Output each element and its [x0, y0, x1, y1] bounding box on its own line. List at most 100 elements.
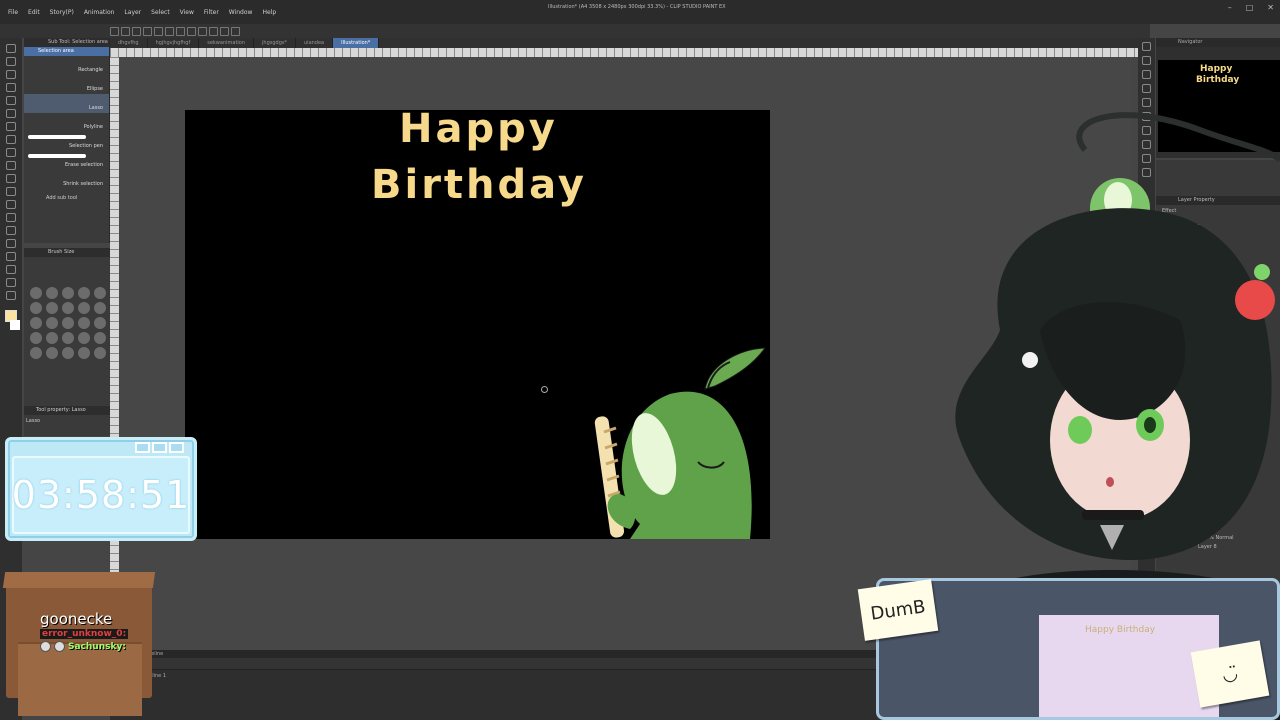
brush-size-option[interactable]: [62, 332, 74, 344]
brush-size-option[interactable]: [94, 287, 106, 299]
brush-size-option[interactable]: [30, 347, 42, 359]
sub-color-swatch[interactable]: [10, 320, 20, 330]
invert-selection-icon[interactable]: [220, 26, 229, 36]
brush-size-option[interactable]: [78, 287, 90, 299]
panel-toggle-icon[interactable]: [1142, 70, 1151, 79]
brush-size-option[interactable]: [46, 302, 58, 314]
tab-document[interactable]: jhgsgdgs*: [254, 38, 297, 48]
ruler-tool-icon[interactable]: [6, 252, 16, 261]
brush-tool-icon[interactable]: [6, 135, 16, 144]
maximize-icon[interactable]: □: [1246, 3, 1254, 12]
panel-toggle-icon[interactable]: [1142, 140, 1151, 149]
brush-size-option[interactable]: [30, 317, 42, 329]
sub-tool-lasso[interactable]: Lasso: [24, 94, 109, 113]
menu-layer[interactable]: Layer: [124, 9, 141, 16]
tab-illustration[interactable]: Illustration*: [333, 38, 380, 48]
drawing-canvas[interactable]: Happy Birthday: [185, 110, 770, 539]
undo-icon[interactable]: [143, 26, 152, 36]
text-tool-icon[interactable]: [6, 265, 16, 274]
move-tool-icon[interactable]: [6, 57, 16, 66]
zoom-tool-icon[interactable]: [6, 44, 16, 53]
panel-toggle-icon[interactable]: [1142, 56, 1151, 65]
sub-tool-selection-pen[interactable]: Selection pen: [24, 132, 109, 151]
brush-size-option[interactable]: [94, 332, 106, 344]
sub-tool-polyline[interactable]: Polyline: [24, 113, 109, 132]
sub-tool-group[interactable]: Selection area: [24, 47, 109, 56]
deselect-icon[interactable]: [209, 26, 218, 36]
minimize-icon[interactable]: –: [1228, 3, 1232, 12]
tab-document[interactable]: sekwanimation: [199, 38, 255, 48]
frame-tool-icon[interactable]: [6, 239, 16, 248]
settings-icon[interactable]: [165, 26, 174, 36]
correct-line-tool-icon[interactable]: [6, 291, 16, 300]
close-icon[interactable]: ✕: [1267, 3, 1274, 12]
airbrush-tool-icon[interactable]: [6, 148, 16, 157]
gradient-tool-icon[interactable]: [6, 213, 16, 222]
menu-story[interactable]: Story(P): [50, 9, 74, 16]
brush-size-option[interactable]: [46, 347, 58, 359]
panel-toggle-icon[interactable]: [1142, 98, 1151, 107]
menu-window[interactable]: Window: [229, 9, 253, 16]
layer-2-name[interactable]: Layer 2: [1198, 526, 1217, 532]
panel-toggle-icon[interactable]: [1142, 168, 1151, 177]
brush-size-option[interactable]: [94, 302, 106, 314]
snap-icon[interactable]: [231, 26, 240, 36]
decoration-tool-icon[interactable]: [6, 161, 16, 170]
sub-tool-ellipse[interactable]: Ellipse: [24, 75, 109, 94]
tab-document[interactable]: uiandea: [296, 38, 334, 48]
brush-size-option[interactable]: [46, 332, 58, 344]
brush-size-option[interactable]: [78, 347, 90, 359]
navigator-thumbnail[interactable]: Happy Birthday: [1158, 60, 1280, 152]
operation-tool-icon[interactable]: [6, 70, 16, 79]
panel-toggle-icon[interactable]: [1142, 154, 1151, 163]
brush-size-option[interactable]: [78, 317, 90, 329]
eraser-tool-icon[interactable]: [6, 174, 16, 183]
brush-size-option[interactable]: [30, 302, 42, 314]
eyedropper-tool-icon[interactable]: [6, 96, 16, 105]
tab-document[interactable]: hgjhgvjhgfhgf: [148, 38, 200, 48]
panel-toggle-icon[interactable]: [1142, 126, 1151, 135]
figure-tool-icon[interactable]: [6, 226, 16, 235]
selection-tool-icon[interactable]: [6, 83, 16, 92]
redo-icon[interactable]: [154, 26, 163, 36]
brush-size-option[interactable]: [78, 332, 90, 344]
brush-size-option[interactable]: [46, 287, 58, 299]
menu-file[interactable]: File: [8, 9, 18, 16]
panel-toggle-icon[interactable]: [1142, 112, 1151, 121]
fill-tool-icon[interactable]: [6, 200, 16, 209]
menu-help[interactable]: Help: [262, 9, 276, 16]
menu-select[interactable]: Select: [151, 9, 170, 16]
add-sub-tool-button[interactable]: Add sub tool: [24, 195, 109, 201]
tab-document[interactable]: dhgvfhg: [110, 38, 148, 48]
brush-size-option[interactable]: [94, 347, 106, 359]
menu-filter[interactable]: Filter: [204, 9, 219, 16]
panel-toggle-icon[interactable]: [1142, 42, 1151, 51]
brush-size-option[interactable]: [46, 317, 58, 329]
sub-tool-erase-selection[interactable]: Erase selection: [24, 151, 109, 170]
open-icon[interactable]: [121, 26, 130, 36]
brush-size-option[interactable]: [94, 317, 106, 329]
brush-size-option[interactable]: [30, 332, 42, 344]
fill-icon[interactable]: [187, 26, 196, 36]
blend-tool-icon[interactable]: [6, 187, 16, 196]
clear-icon[interactable]: [176, 26, 185, 36]
sub-tool-rectangle[interactable]: Rectangle: [24, 56, 109, 75]
sub-tool-shrink-selection[interactable]: Shrink selection: [24, 170, 109, 189]
brush-size-option[interactable]: [62, 302, 74, 314]
save-icon[interactable]: [132, 26, 141, 36]
menu-animation[interactable]: Animation: [84, 9, 115, 16]
new-icon[interactable]: [110, 26, 119, 36]
menu-edit[interactable]: Edit: [28, 9, 40, 16]
brush-size-option[interactable]: [62, 347, 74, 359]
balloon-tool-icon[interactable]: [6, 278, 16, 287]
menu-view[interactable]: View: [180, 9, 194, 16]
panel-toggle-icon[interactable]: [1142, 84, 1151, 93]
brush-size-option[interactable]: [78, 302, 90, 314]
layer-8-name[interactable]: Layer 8: [1198, 544, 1217, 550]
brush-size-option[interactable]: [62, 287, 74, 299]
pencil-tool-icon[interactable]: [6, 122, 16, 131]
brush-size-option[interactable]: [62, 317, 74, 329]
pen-tool-icon[interactable]: [6, 109, 16, 118]
brush-size-option[interactable]: [30, 287, 42, 299]
transform-icon[interactable]: [198, 26, 207, 36]
